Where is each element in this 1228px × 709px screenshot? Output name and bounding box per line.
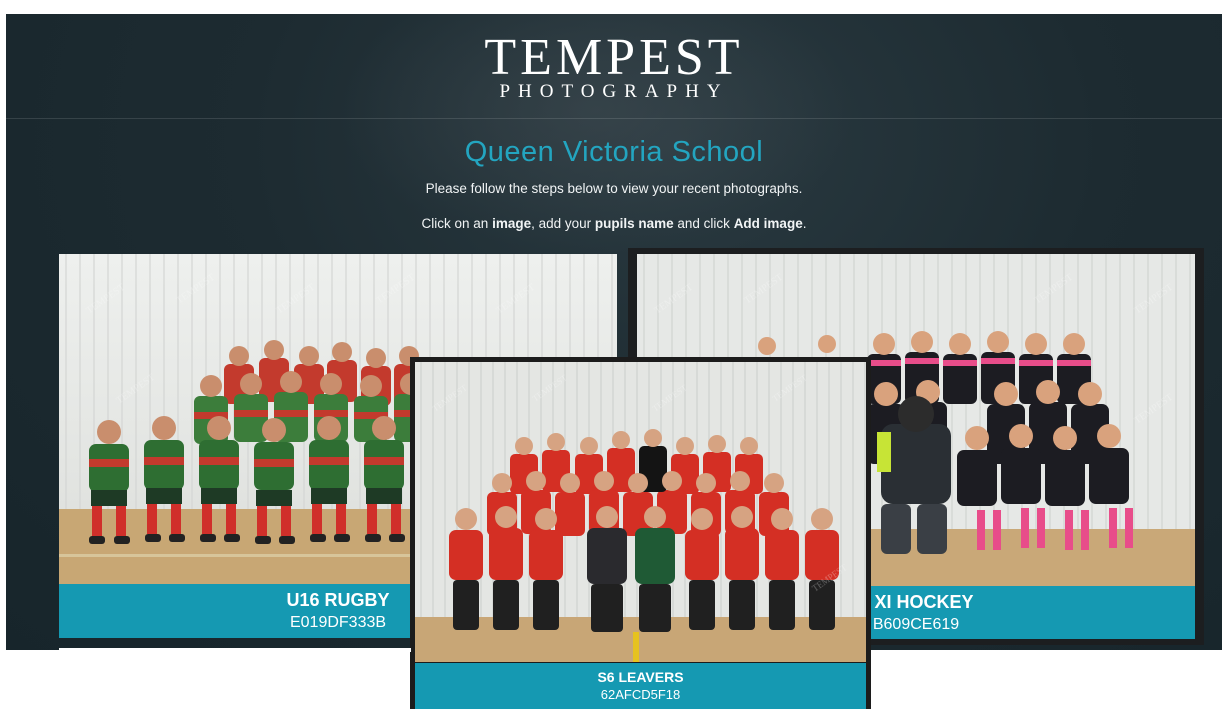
gallery-item-code: 62AFCD5F18 <box>600 687 681 702</box>
page-title: Queen Victoria School <box>464 136 764 168</box>
instructions-bold-add-image: Add image <box>733 216 803 231</box>
brand-subtitle: PHOTOGRAPHY <box>499 81 729 102</box>
instructions-bold-image: image <box>492 216 532 231</box>
header-divider <box>6 118 1222 119</box>
gallery-next-row-edge <box>59 648 411 652</box>
gallery-item-name: S6 LEAVERS <box>597 669 684 685</box>
gallery-card-s6-leavers[interactable]: TEMPEST TEMPEST TEMPEST TEMPEST TEMPEST S6… <box>410 357 871 709</box>
brand-name: TEMPEST <box>484 29 744 86</box>
team-photo-leavers[interactable]: TEMPEST TEMPEST TEMPEST TEMPEST TEMPEST <box>415 362 866 662</box>
instructions-line-2: Click on an image, add your pupils name … <box>421 216 807 231</box>
instructions-line-1: Please follow the steps below to view yo… <box>425 181 803 196</box>
brand-logo[interactable]: TEMPEST PHOTOGRAPHY <box>6 32 1222 102</box>
instructions-bold-pupils-name: pupils name <box>594 216 674 231</box>
gallery-caption: S6 LEAVERS 62AFCD5F18 <box>415 663 866 709</box>
